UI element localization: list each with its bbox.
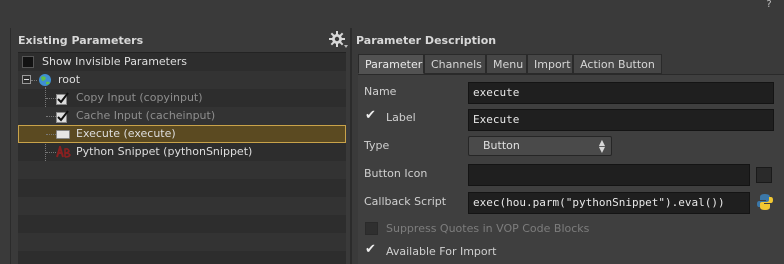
tree-item-label: root <box>58 73 81 86</box>
label-field[interactable]: Execute <box>468 109 774 131</box>
button-icon <box>56 130 70 139</box>
tree-item-root[interactable]: root <box>18 71 346 89</box>
tab-parameter[interactable]: Parameter <box>358 54 424 74</box>
show-invisible-checkbox[interactable] <box>22 56 34 68</box>
collapse-icon[interactable] <box>22 75 31 84</box>
empty-row <box>18 161 346 179</box>
chevron-updown-icon: ▲ ▼ <box>598 138 605 154</box>
toggle-icon <box>56 110 69 123</box>
tree-item-cacheinput[interactable]: Cache Input (cacheinput) <box>18 107 346 125</box>
python-icon[interactable] <box>756 193 774 211</box>
tab-action-button[interactable]: Action Button <box>573 54 662 74</box>
type-label: Type <box>364 139 390 152</box>
callback-script-label: Callback Script <box>364 195 447 208</box>
tree-item-execute[interactable]: Execute (execute) <box>18 125 346 143</box>
parameter-tab-body: Name execute Label Execute Type Button ▲… <box>358 74 784 264</box>
icon-chooser-button[interactable] <box>756 167 772 183</box>
tab-channels[interactable]: Channels <box>424 54 486 74</box>
parameter-description-title: Parameter Description <box>356 34 497 47</box>
label-label: Label <box>386 111 416 124</box>
tab-import[interactable]: Import <box>527 54 573 74</box>
parameter-description-panel: Parameter Description Parameter Channels… <box>352 28 784 264</box>
string-icon <box>56 143 72 158</box>
type-select[interactable]: Button ▲ ▼ <box>468 136 612 156</box>
button-icon-label: Button Icon <box>364 167 428 180</box>
globe-icon <box>38 73 52 87</box>
suppress-quotes-label: Suppress Quotes in VOP Code Blocks <box>386 222 590 235</box>
empty-row <box>18 179 346 197</box>
label-checkbox[interactable] <box>365 108 378 124</box>
tree-item-copyinput[interactable]: Copy Input (copyinput) <box>18 89 346 107</box>
parameter-tree[interactable]: Show Invisible Parameters root Copy Inpu… <box>18 52 346 264</box>
help-icon[interactable]: ? <box>762 0 776 10</box>
existing-parameters-panel: Existing Parameters Show Invisible Param… <box>10 28 350 264</box>
available-for-import-label: Available For Import <box>386 245 497 258</box>
empty-row <box>18 197 346 215</box>
tree-item-label: Execute (execute) <box>76 127 176 140</box>
show-invisible-row[interactable]: Show Invisible Parameters <box>18 53 346 71</box>
button-icon-field[interactable] <box>468 164 750 186</box>
tree-item-label: Python Snippet (pythonSnippet) <box>76 145 253 158</box>
suppress-quotes-checkbox[interactable] <box>365 222 378 235</box>
name-label: Name <box>364 85 397 98</box>
tree-item-label: Cache Input (cacheinput) <box>76 109 216 122</box>
tree-item-pythonsnippet[interactable]: Python Snippet (pythonSnippet) <box>18 143 346 161</box>
show-invisible-label: Show Invisible Parameters <box>42 55 188 68</box>
empty-row <box>18 251 346 264</box>
tab-menu[interactable]: Menu <box>486 54 527 74</box>
existing-parameters-title: Existing Parameters <box>18 34 144 47</box>
type-select-value: Button <box>483 139 520 152</box>
gear-icon[interactable] <box>328 30 350 50</box>
empty-row <box>18 215 346 233</box>
empty-row <box>18 233 346 251</box>
tree-item-label: Copy Input (copyinput) <box>76 91 203 104</box>
toggle-icon <box>56 92 69 105</box>
callback-script-field[interactable]: exec(hou.parm("pythonSnippet").eval()) <box>468 192 750 214</box>
available-for-import-checkbox[interactable] <box>365 242 378 258</box>
name-field[interactable]: execute <box>468 82 774 104</box>
